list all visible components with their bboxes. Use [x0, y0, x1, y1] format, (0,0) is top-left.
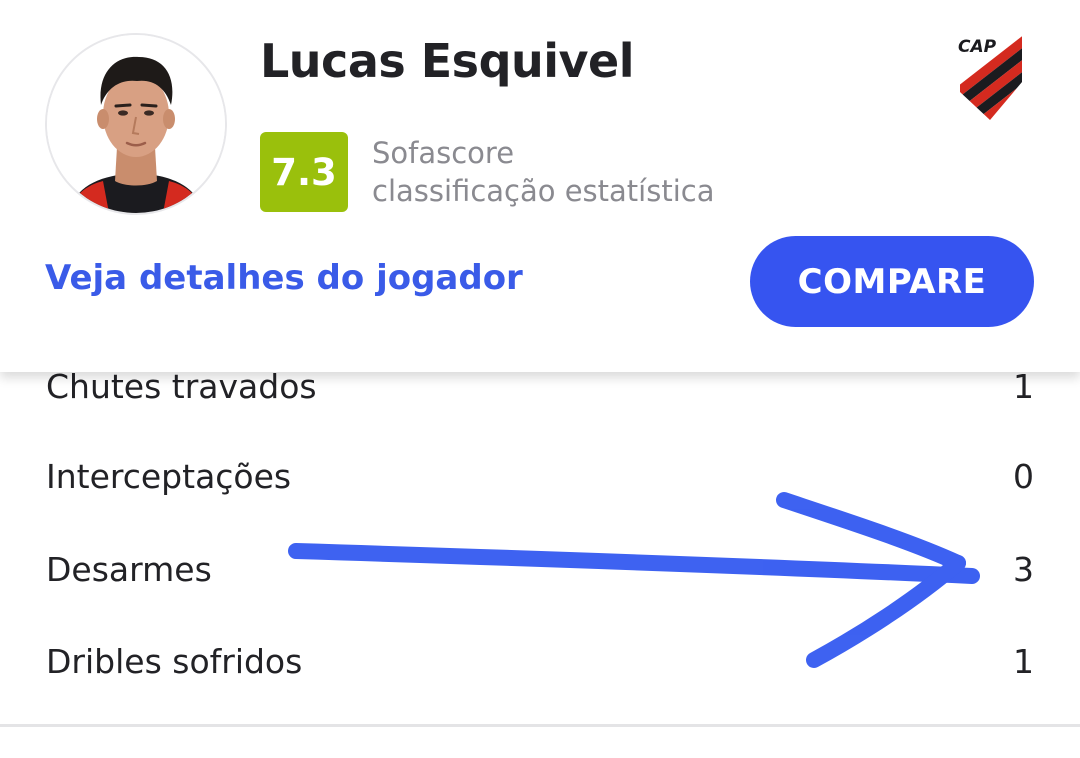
player-avatar[interactable]: [45, 33, 227, 215]
team-logo-text: CAP: [958, 37, 997, 57]
list-divider: [0, 724, 1080, 727]
player-stats-screen: Chutes travados 1 Interceptações 0 Desar…: [0, 0, 1080, 758]
rating-source-line1: Sofascore: [372, 136, 515, 170]
stat-label: Dribles sofridos: [46, 641, 303, 681]
stat-label: Interceptações: [46, 456, 292, 496]
stat-value: 1: [1013, 641, 1034, 681]
stat-value: 3: [1013, 549, 1034, 589]
rating-source: Sofascore classificação estatística: [372, 134, 714, 210]
rating-source-line2: classificação estatística: [372, 174, 715, 208]
team-crest-icon: CAP: [958, 32, 1022, 120]
rating-badge: 7.3: [260, 132, 348, 212]
player-name: Lucas Esquivel: [260, 34, 634, 88]
player-photo-icon: [47, 35, 225, 213]
player-header-card: Lucas Esquivel 7.3 Sofascore classificaç…: [0, 0, 1080, 372]
stat-label: Desarmes: [46, 549, 212, 589]
stat-value: 0: [1013, 456, 1034, 496]
stat-row-desarmes: Desarmes 3: [46, 539, 1034, 599]
stat-row-dribles-sofridos: Dribles sofridos 1: [46, 631, 1034, 691]
stat-label: Chutes travados: [46, 366, 317, 406]
player-details-link[interactable]: Veja detalhes do jogador: [45, 258, 523, 298]
team-logo[interactable]: CAP: [950, 30, 1028, 124]
compare-button[interactable]: COMPARE: [750, 236, 1034, 327]
stat-value: 1: [1013, 366, 1034, 406]
stat-row-interceptacoes: Interceptações 0: [46, 446, 1034, 506]
